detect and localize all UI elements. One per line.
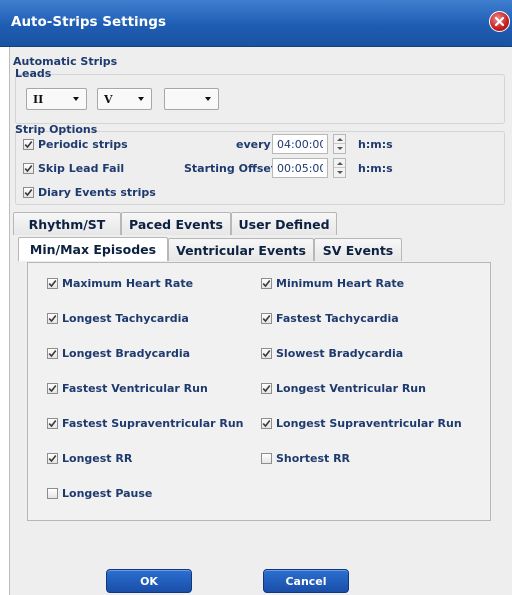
tab-sv-events[interactable]: SV Events bbox=[314, 238, 402, 261]
spinner-up-icon[interactable] bbox=[334, 159, 345, 168]
episode-checkbox[interactable] bbox=[47, 383, 58, 394]
episode-checkbox[interactable] bbox=[261, 348, 272, 359]
episode-checkbox[interactable] bbox=[261, 383, 272, 394]
spinner-up-icon[interactable] bbox=[334, 135, 345, 144]
offset-unit: h:m:s bbox=[358, 162, 393, 175]
spinner-down-icon[interactable] bbox=[334, 144, 345, 153]
episode-checkbox[interactable] bbox=[261, 313, 272, 324]
window-title: Auto-Strips Settings bbox=[11, 14, 166, 30]
episode-label: Slowest Bradycardia bbox=[276, 347, 404, 360]
lead-select-2-value: V bbox=[104, 92, 113, 106]
tab-min-max-episodes[interactable]: Min/Max Episodes bbox=[18, 237, 168, 261]
episode-checkbox[interactable] bbox=[261, 278, 272, 289]
checkmark-icon bbox=[262, 420, 271, 428]
spinner-down-icon[interactable] bbox=[334, 168, 345, 177]
starting-offset-input[interactable] bbox=[272, 158, 328, 178]
tab-user-defined[interactable]: User Defined bbox=[231, 212, 337, 235]
episode-checkbox[interactable] bbox=[47, 418, 58, 429]
starting-offset-label: Starting Offset bbox=[184, 162, 277, 175]
close-icon bbox=[494, 16, 505, 27]
episode-label: Fastest Tachycardia bbox=[276, 312, 399, 325]
episode-label: Longest Bradycardia bbox=[62, 347, 191, 360]
every-spinner[interactable] bbox=[333, 134, 346, 154]
checkmark-icon bbox=[262, 315, 271, 323]
episode-checkbox[interactable] bbox=[47, 348, 58, 359]
checkmark-icon bbox=[48, 385, 57, 393]
checkmark-icon bbox=[48, 455, 57, 463]
episode-checkbox[interactable] bbox=[261, 453, 272, 464]
lead-select-2[interactable]: V bbox=[97, 88, 152, 110]
episode-label: Shortest RR bbox=[276, 452, 351, 465]
chevron-down-icon bbox=[205, 97, 211, 101]
periodic-strips-label: Periodic strips bbox=[38, 138, 128, 151]
leads-group: Leads bbox=[15, 67, 505, 124]
checkmark-icon bbox=[262, 280, 271, 288]
every-input[interactable] bbox=[272, 134, 328, 154]
title-bar: Auto-Strips Settings bbox=[0, 0, 512, 47]
episode-checkbox[interactable] bbox=[47, 278, 58, 289]
episode-checkbox[interactable] bbox=[47, 313, 58, 324]
checkmark-icon bbox=[24, 141, 33, 149]
episode-label: Longest Tachycardia bbox=[62, 312, 189, 325]
diary-events-label: Diary Events strips bbox=[38, 186, 156, 199]
ok-button[interactable]: OK bbox=[106, 569, 192, 593]
checkmark-icon bbox=[48, 315, 57, 323]
tab-ventricular-events[interactable]: Ventricular Events bbox=[168, 238, 314, 261]
episode-label: Longest Pause bbox=[62, 487, 153, 500]
episode-label: Fastest Supraventricular Run bbox=[62, 417, 244, 430]
checkmark-icon bbox=[24, 189, 33, 197]
episode-label: Maximum Heart Rate bbox=[62, 277, 194, 290]
episode-checkbox[interactable] bbox=[261, 418, 272, 429]
tab-rhythm-st[interactable]: Rhythm/ST bbox=[13, 212, 121, 235]
episode-label: Longest RR bbox=[62, 452, 133, 465]
checkmark-icon bbox=[48, 350, 57, 358]
strip-options-heading: Strip Options bbox=[15, 123, 98, 136]
checkmark-icon bbox=[262, 350, 271, 358]
every-label: every bbox=[236, 138, 271, 151]
lead-select-3[interactable] bbox=[164, 88, 219, 110]
checkmark-icon bbox=[262, 385, 271, 393]
tab-paced-events[interactable]: Paced Events bbox=[121, 212, 231, 235]
chevron-down-icon bbox=[138, 97, 144, 101]
leads-heading: Leads bbox=[15, 67, 52, 80]
checkmark-icon bbox=[48, 420, 57, 428]
lead-select-1[interactable]: II bbox=[26, 88, 87, 110]
periodic-strips-checkbox[interactable] bbox=[23, 139, 34, 150]
chevron-down-icon bbox=[73, 97, 79, 101]
skip-lead-fail-label: Skip Lead Fail bbox=[38, 162, 125, 175]
episode-label: Minimum Heart Rate bbox=[276, 277, 405, 290]
skip-lead-fail-checkbox[interactable] bbox=[23, 163, 34, 174]
episode-label: Longest Supraventricular Run bbox=[276, 417, 462, 430]
every-unit: h:m:s bbox=[358, 138, 393, 151]
episode-label: Longest Ventricular Run bbox=[276, 382, 426, 395]
lead-select-1-value: II bbox=[33, 92, 44, 106]
episode-label: Fastest Ventricular Run bbox=[62, 382, 208, 395]
offset-spinner[interactable] bbox=[333, 158, 346, 178]
close-button[interactable] bbox=[489, 11, 510, 32]
checkmark-icon bbox=[48, 280, 57, 288]
diary-events-checkbox[interactable] bbox=[23, 187, 34, 198]
episode-checkbox[interactable] bbox=[47, 453, 58, 464]
cancel-button[interactable]: Cancel bbox=[263, 569, 349, 593]
episode-checkbox[interactable] bbox=[47, 488, 58, 499]
checkmark-icon bbox=[24, 165, 33, 173]
